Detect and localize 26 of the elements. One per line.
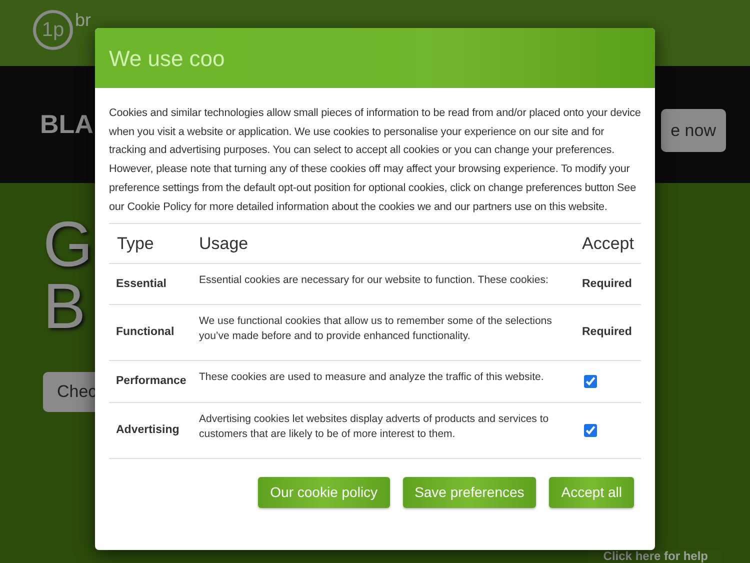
dialog-button[interactable]: Our cookie policy [258,477,390,508]
dialog-button[interactable]: Accept all [549,477,634,508]
hero-heading: B [43,275,86,337]
cookie-usage: Essential cookies are necessary for our website to function. These cookies: [199,273,550,288]
dialog-button[interactable]: Save preferences [402,477,536,508]
banner-heading: BLA [40,108,94,141]
intro-text: Cookies and similar technologies allow small pieces of information to be read from and/or placed onto your device when you visit a website or application. We use cookies to personalise your experience on our site and for tracking and advertising purposes. You can select to accept all cookies or you can change your preferences. However, please note that turning any of these cookies off may affect your browsing experience. To modify your preference settings from the default opt-out position for optional cookies, click on change preferences button See our Cookie Policy for more detailed information about the cookies we and our partners use on this website. [109,106,641,215]
column-header: Usage [199,232,250,255]
cookie-type: Functional [116,325,174,340]
column-header: Type [116,232,155,255]
logo-badge[interactable]: 1p [33,10,73,50]
accept-checkbox[interactable] [584,375,597,388]
column-header: Accept [582,232,635,255]
logo-text: br [75,12,92,28]
hero-heading: G [43,213,93,275]
cookie-usage: Advertising cookies let websites display adverts of products and services to customers that are likely to be of more interest to them. [199,412,550,442]
required-label: Required [582,325,632,340]
cookie-type: Essential [116,276,166,292]
dialog-title: We use coo [109,44,225,72]
cookie-usage: These cookies are used to measure and analyze the traffic of this website. [199,370,545,386]
cookie-type: Advertising [116,423,180,438]
cookie-type: Performance [116,374,186,390]
banner-button[interactable]: e now [660,109,726,152]
required-label: Required [582,276,632,292]
accept-checkbox[interactable] [584,424,597,438]
cookie-usage: We use functional cookies that allow us to remember some of the selections you’ve made before and to provide enhanced functionality. [199,314,553,344]
